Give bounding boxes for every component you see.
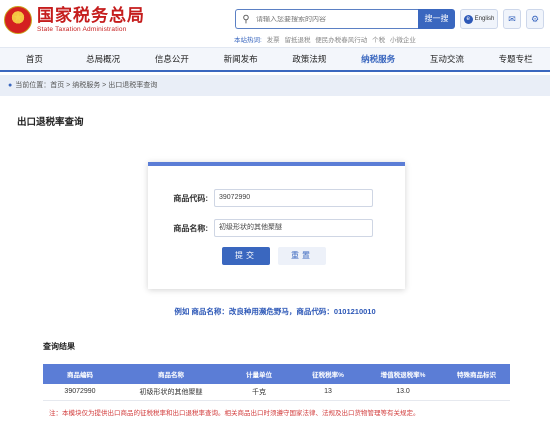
nav-item-interaction[interactable]: 互动交流 — [413, 48, 482, 70]
search-icon: ⚲ — [242, 13, 250, 25]
example-hint: 例如 商品名称：改良种用濒危野马，商品代码：0101210010 — [174, 307, 376, 316]
hot-words-label: 本站热词: — [234, 37, 262, 44]
search-button[interactable]: 搜一搜 — [418, 9, 455, 29]
hot-word[interactable]: 发票 — [267, 37, 280, 44]
table-row: 39072990 初级形状的其他聚醚 千克 13 13.0 — [43, 384, 510, 401]
english-label: English — [474, 16, 495, 22]
name-label: 商品名称: — [173, 223, 208, 233]
national-emblem-icon — [4, 6, 32, 34]
submit-button[interactable]: 提交 — [222, 247, 270, 265]
nav-item-topics[interactable]: 专题专栏 — [481, 48, 550, 70]
query-form: 商品代码: 39072990 商品名称: 初级形状的其他聚醚 提交 重置 — [148, 162, 405, 289]
nav-item-news[interactable]: 新闻发布 — [206, 48, 275, 70]
hot-words: 本站热词: 发票 留抵退税 便民办税春风行动 个税 小微企业 — [234, 34, 416, 44]
cell-name: 初级形状的其他聚醚 — [117, 384, 225, 401]
cell-tax-rate: 13 — [293, 384, 363, 401]
nav-item-home[interactable]: 首页 — [0, 48, 69, 70]
breadcrumb-text[interactable]: 当前位置：首页 > 纳税服务 > 出口退税率查询 — [15, 82, 157, 89]
nav-item-policy[interactable]: 政策法规 — [275, 48, 344, 70]
results-table: 商品编码 商品名称 计量单位 征税税率% 增值税退税率% 特殊商品标识 3907… — [43, 364, 510, 401]
column-header: 特殊商品标识 — [443, 364, 510, 384]
logo-title-en: State Taxation Administration — [37, 26, 127, 33]
mobile-icon[interactable]: ✉ — [503, 9, 521, 29]
breadcrumb: ● 当前位置：首页 > 纳税服务 > 出口退税率查询 — [0, 75, 550, 96]
disclaimer-note: 注：本模块仅为提供出口商品的征税税率和出口退税率查询。相关商品出口时须遵守国家法… — [49, 410, 420, 417]
cell-special-flag — [443, 384, 510, 401]
hot-word[interactable]: 小微企业 — [390, 37, 416, 44]
code-row: 商品代码: 39072990 — [148, 189, 373, 207]
hot-word[interactable]: 个税 — [372, 37, 385, 44]
nav-item-tax-service[interactable]: 纳税服务 — [344, 48, 413, 70]
page-title: 出口退税率查询 — [17, 117, 84, 128]
main-nav: 首页 总局概况 信息公开 新闻发布 政策法规 纳税服务 互动交流 专题专栏 — [0, 47, 550, 72]
column-header: 商品编码 — [43, 364, 117, 384]
cell-code: 39072990 — [43, 384, 117, 401]
column-header: 计量单位 — [225, 364, 293, 384]
name-input[interactable]: 初级形状的其他聚醚 — [214, 219, 373, 237]
site-header: 国家税务总局 State Taxation Administration ⚲ 搜… — [0, 0, 550, 47]
location-pin-icon: ● — [8, 82, 13, 89]
cell-unit: 千克 — [225, 384, 293, 401]
search-box: ⚲ — [235, 9, 418, 29]
table-header-row: 商品编码 商品名称 计量单位 征税税率% 增值税退税率% 特殊商品标识 — [43, 364, 510, 384]
search-input[interactable] — [256, 15, 411, 23]
nav-item-overview[interactable]: 总局概况 — [69, 48, 138, 70]
column-header: 商品名称 — [117, 364, 225, 384]
english-button[interactable]: e English — [460, 9, 498, 29]
logo-title-cn: 国家税务总局 — [37, 6, 145, 26]
column-header: 增值税退税率% — [363, 364, 443, 384]
hot-word[interactable]: 便民办税春风行动 — [315, 37, 367, 44]
cell-refund-rate: 13.0 — [363, 384, 443, 401]
code-label: 商品代码: — [173, 193, 208, 203]
reset-button[interactable]: 重置 — [278, 247, 326, 265]
name-row: 商品名称: 初级形状的其他聚醚 — [148, 219, 373, 237]
globe-icon: e — [463, 14, 473, 24]
nav-item-disclosure[interactable]: 信息公开 — [138, 48, 207, 70]
results-title: 查询结果 — [43, 342, 75, 351]
column-header: 征税税率% — [293, 364, 363, 384]
site-logo[interactable]: 国家税务总局 State Taxation Administration — [4, 6, 145, 34]
code-input[interactable]: 39072990 — [214, 189, 373, 207]
accessibility-icon[interactable]: ⚙ — [526, 9, 544, 29]
hot-word[interactable]: 留抵退税 — [284, 37, 310, 44]
